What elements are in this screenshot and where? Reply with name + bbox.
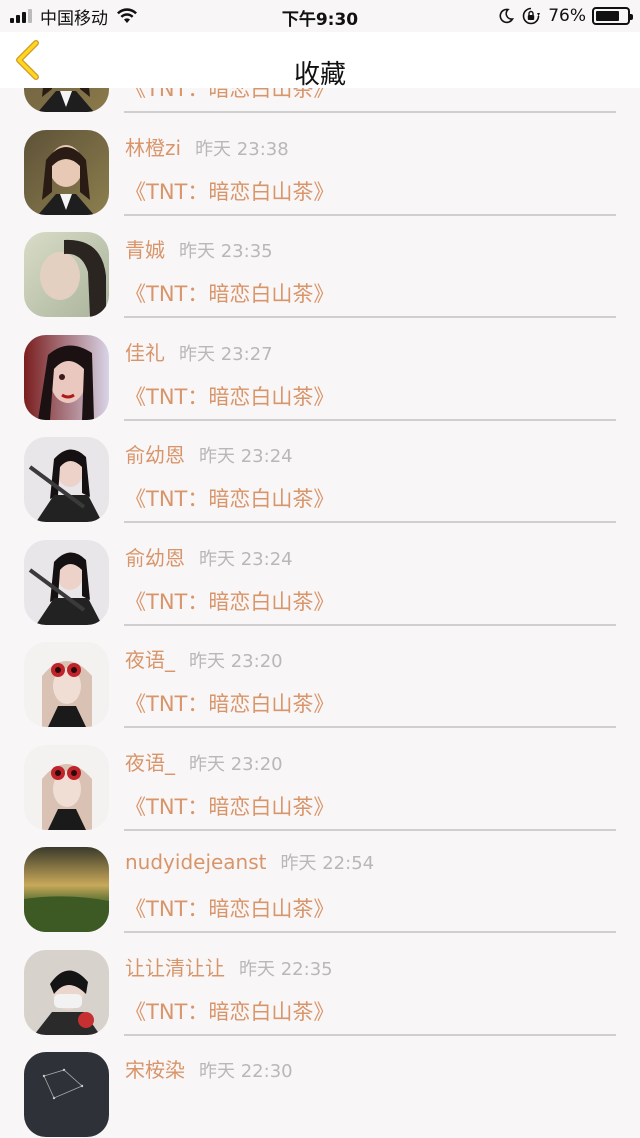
book-title[interactable]: 《TNT：暗恋白山茶》 xyxy=(125,483,334,513)
divider xyxy=(124,726,616,728)
timestamp: 昨天 23:24 xyxy=(199,548,293,570)
status-right: 76% xyxy=(498,5,633,27)
list-item[interactable]: 《TNT：暗恋白山茶》 xyxy=(0,88,640,118)
item-meta: 佳礼 昨天 23:27 xyxy=(125,337,273,365)
item-meta: 夜语_ 昨天 23:20 xyxy=(125,747,283,775)
timestamp: 昨天 23:38 xyxy=(195,138,289,160)
timestamp: 昨天 23:20 xyxy=(189,753,283,775)
list-item[interactable]: 宋桉染 昨天 22:30 xyxy=(0,1040,640,1138)
avatar[interactable] xyxy=(24,88,109,112)
avatar[interactable] xyxy=(24,539,109,625)
user-name[interactable]: nudyidejeanst xyxy=(125,850,267,874)
battery-nub xyxy=(630,14,633,20)
list-item[interactable]: 让让清让让 昨天 22:35 《TNT：暗恋白山茶》 xyxy=(0,938,640,1041)
list-item[interactable]: 夜语_ 昨天 23:20 《TNT：暗恋白山茶》 xyxy=(0,733,640,836)
battery-fill xyxy=(596,11,619,21)
book-title[interactable]: 《TNT：暗恋白山茶》 xyxy=(125,893,334,923)
avatar[interactable] xyxy=(24,129,109,215)
book-title[interactable]: 《TNT：暗恋白山茶》 xyxy=(125,88,334,103)
list-item[interactable]: 俞幼恩 昨天 23:24 《TNT：暗恋白山茶》 xyxy=(0,528,640,631)
item-meta: 青娍 昨天 23:35 xyxy=(125,234,273,262)
orientation-lock-icon xyxy=(522,7,541,25)
user-name[interactable]: 让让清让让 xyxy=(125,952,225,981)
battery-icon xyxy=(592,7,633,25)
user-name[interactable]: 俞幼恩 xyxy=(125,439,185,468)
book-title[interactable]: 《TNT：暗恋白山茶》 xyxy=(125,381,334,411)
avatar[interactable] xyxy=(24,847,109,932)
user-name[interactable]: 青娍 xyxy=(125,234,165,263)
avatar[interactable] xyxy=(24,1052,109,1137)
page-title: 收藏 xyxy=(293,60,346,90)
list-item[interactable]: nudyidejeanst 昨天 22:54 《TNT：暗恋白山茶》 xyxy=(0,835,640,938)
battery-percent: 76% xyxy=(548,6,586,26)
divider xyxy=(124,418,616,421)
avatar[interactable] xyxy=(24,642,109,727)
list-item[interactable]: 夜语_ 昨天 23:20 《TNT：暗恋白山茶》 xyxy=(0,630,640,733)
divider xyxy=(124,316,616,318)
book-title[interactable]: 《TNT：暗恋白山茶》 xyxy=(125,791,334,821)
divider xyxy=(124,623,616,626)
timestamp: 昨天 23:24 xyxy=(199,446,293,467)
user-name[interactable]: 俞幼恩 xyxy=(125,542,185,571)
book-title[interactable]: 《TNT：暗恋白山茶》 xyxy=(125,688,334,718)
avatar[interactable] xyxy=(24,334,109,420)
user-name[interactable]: 林橙zi xyxy=(125,132,181,161)
divider xyxy=(124,828,616,831)
divider xyxy=(124,213,616,216)
user-name[interactable]: 夜语_ xyxy=(125,644,175,673)
item-meta: nudyidejeanst 昨天 22:54 xyxy=(125,849,374,877)
user-name[interactable]: 佳礼 xyxy=(125,337,165,366)
avatar[interactable] xyxy=(24,232,109,317)
avatar[interactable] xyxy=(24,437,109,522)
timestamp: 昨天 22:35 xyxy=(239,958,333,980)
user-name[interactable]: 夜语_ xyxy=(125,747,175,776)
list-item[interactable]: 林橙zi 昨天 23:38 《TNT：暗恋白山茶》 xyxy=(0,118,640,221)
list-item[interactable]: 俞幼恩 昨天 23:24 《TNT：暗恋白山茶》 xyxy=(0,425,640,528)
item-meta: 让让清让让 昨天 22:35 xyxy=(125,952,333,980)
avatar[interactable] xyxy=(24,949,109,1035)
timestamp: 昨天 22:54 xyxy=(280,853,375,874)
item-meta: 林橙zi 昨天 23:38 xyxy=(125,132,289,160)
divider xyxy=(124,1033,616,1036)
book-title[interactable]: 《TNT：暗恋白山茶》 xyxy=(125,586,334,616)
navigation-bar: 收藏 xyxy=(0,32,640,90)
timestamp: 昨天 22:30 xyxy=(199,1061,293,1082)
list-item[interactable]: 佳礼 昨天 23:27 《TNT：暗恋白山茶》 xyxy=(0,323,640,426)
item-meta: 俞幼恩 昨天 23:24 xyxy=(125,542,293,570)
item-meta: 夜语_ 昨天 23:20 xyxy=(125,644,283,672)
do-not-disturb-moon-icon xyxy=(499,8,515,24)
item-meta: 宋桉染 昨天 22:30 xyxy=(125,1054,293,1082)
divider xyxy=(124,111,616,113)
book-title[interactable]: 《TNT：暗恋白山茶》 xyxy=(125,996,334,1026)
status-bar: 中国移动 下午9:30 76% xyxy=(0,0,640,32)
list-item[interactable]: 青娍 昨天 23:35 《TNT：暗恋白山茶》 xyxy=(0,220,640,323)
divider xyxy=(124,521,616,523)
timestamp: 昨天 23:27 xyxy=(179,343,273,365)
divider xyxy=(124,931,616,933)
timestamp: 昨天 23:20 xyxy=(189,651,283,672)
favorites-list[interactable]: 《TNT：暗恋白山茶》 林橙zi 昨天 23:38 《TNT：暗恋白山茶》 青娍 xyxy=(0,88,640,1138)
timestamp: 昨天 23:35 xyxy=(179,241,273,262)
item-meta: 俞幼恩 昨天 23:24 xyxy=(125,439,293,467)
book-title[interactable]: 《TNT：暗恋白山茶》 xyxy=(125,278,334,308)
avatar[interactable] xyxy=(24,744,109,830)
user-name[interactable]: 宋桉染 xyxy=(125,1054,185,1083)
book-title[interactable]: 《TNT：暗恋白山茶》 xyxy=(125,176,334,206)
